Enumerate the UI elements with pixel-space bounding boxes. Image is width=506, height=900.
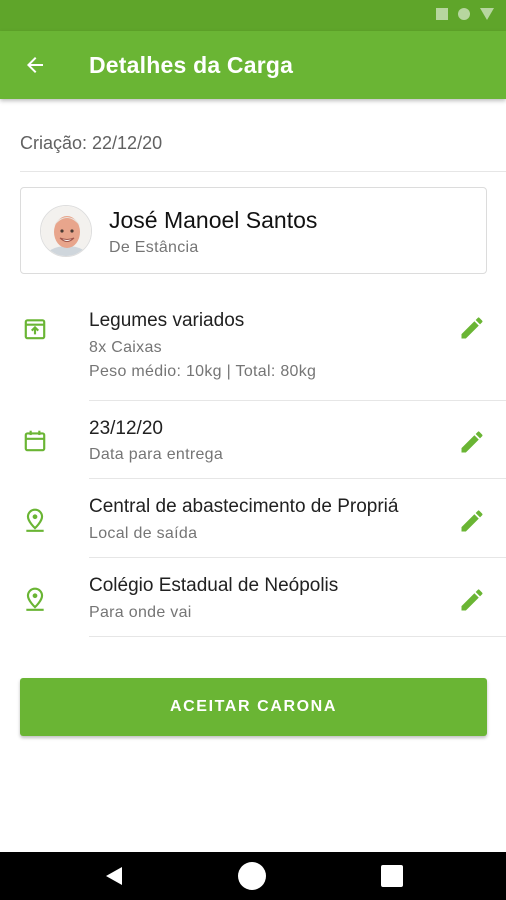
status-bar <box>0 0 506 31</box>
origin-location-label: Local de saída <box>89 525 198 542</box>
product-weight: Peso médio: 10kg | Total: 80kg <box>89 363 317 380</box>
divider <box>89 478 506 479</box>
destination-location: Colégio Estadual de Neópolis <box>89 575 339 596</box>
divider <box>20 171 506 172</box>
wifi-icon <box>458 8 470 20</box>
battery-icon <box>480 8 494 20</box>
delivery-date: 23/12/20 <box>89 418 163 439</box>
arrow-back-icon <box>27 57 43 73</box>
destination-location-label: Para onde vai <box>89 604 192 621</box>
edit-icon[interactable] <box>458 586 486 614</box>
back-button[interactable] <box>0 31 70 99</box>
status-icons <box>436 8 494 20</box>
edit-icon[interactable] <box>458 428 486 456</box>
archive-box-icon <box>24 319 46 340</box>
system-nav-bar <box>0 852 506 900</box>
user-card[interactable]: José Manoel Santos De Estância <box>20 187 487 274</box>
edit-icon[interactable] <box>458 507 486 535</box>
delivery-date-label: Data para entrega <box>89 446 224 463</box>
location-pin-icon <box>26 587 44 611</box>
signal-icon <box>436 8 448 20</box>
user-origin: De Estância <box>109 239 199 256</box>
nav-home-icon[interactable] <box>238 862 266 890</box>
avatar <box>40 205 92 257</box>
divider <box>89 400 506 401</box>
origin-location: Central de abastecimento de Propriá <box>89 496 399 517</box>
user-name: José Manoel Santos <box>109 207 318 233</box>
divider <box>89 636 506 637</box>
divider <box>89 557 506 558</box>
location-pin-icon <box>26 508 44 532</box>
accept-ride-button[interactable]: ACEITAR CARONA <box>20 678 487 736</box>
product-name: Legumes variados <box>89 310 245 331</box>
product-quantity: 8x Caixas <box>89 339 162 356</box>
app-bar: Detalhes da Carga <box>0 31 506 99</box>
nav-back-icon[interactable] <box>104 866 124 886</box>
page-title: Detalhes da Carga <box>89 51 294 78</box>
calendar-icon <box>24 430 46 452</box>
edit-icon[interactable] <box>458 314 486 342</box>
nav-recent-icon[interactable] <box>381 865 403 887</box>
creation-date: Criação: 22/12/20 <box>20 133 163 153</box>
